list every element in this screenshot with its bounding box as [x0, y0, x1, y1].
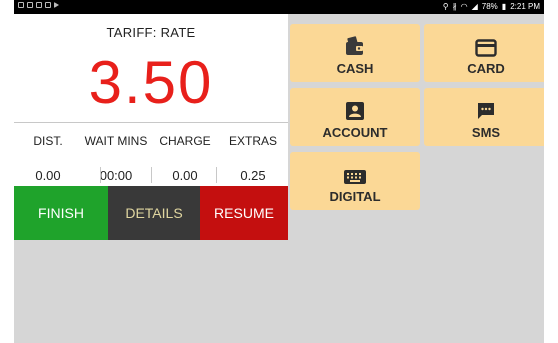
location-icon: ⚲	[442, 2, 449, 11]
message-icon	[478, 103, 494, 119]
system-icons: ⚲ ∦ ◠ ◢ 78% ▮ 2:21 PM	[443, 2, 540, 12]
clock: 2:21 PM	[510, 2, 540, 11]
extras-label: EXTRAS	[228, 134, 277, 148]
fare-amount: 3.50	[88, 49, 214, 116]
column-separator	[151, 167, 152, 183]
distance-value: 0.00	[35, 168, 61, 183]
wait-label: WAIT MINS	[84, 134, 148, 148]
message-icon	[18, 2, 24, 8]
resume-button[interactable]: RESUME	[200, 186, 288, 240]
signal-icon: ◢	[471, 2, 478, 11]
charge-column: CHARGE 0.00	[151, 134, 219, 184]
digital-label: DIGITAL	[329, 189, 381, 204]
charge-label: CHARGE	[159, 134, 211, 148]
app-frame: ⚲ ∦ ◠ ◢ 78% ▮ 2:21 PM TARIFF: RATE 3.50 …	[14, 0, 544, 343]
account-icon	[346, 102, 364, 120]
card-button[interactable]: CARD	[424, 24, 544, 82]
gallery-icon	[36, 2, 42, 8]
divider	[14, 122, 288, 123]
digital-button[interactable]: DIGITAL	[290, 152, 420, 210]
status-bar: ⚲ ∦ ◠ ◢ 78% ▮ 2:21 PM	[14, 0, 544, 14]
keyboard-icon	[344, 170, 366, 184]
cash-button[interactable]: CASH	[290, 24, 420, 82]
action-bar: FINISH DETAILS RESUME	[14, 186, 288, 240]
notification-icons	[18, 2, 59, 8]
column-separator	[216, 167, 217, 183]
wait-column: WAIT MINS 00:00	[82, 134, 150, 184]
sms-label: SMS	[471, 125, 501, 140]
play-icon	[54, 2, 59, 8]
account-label: ACCOUNT	[322, 125, 388, 140]
column-separator	[100, 167, 101, 183]
distance-column: DIST. 0.00	[14, 134, 82, 184]
card-label: CARD	[467, 61, 505, 76]
battery-level: 78%	[481, 2, 498, 11]
charge-value: 0.00	[172, 168, 198, 183]
cash-label: CASH	[336, 61, 374, 76]
finish-button[interactable]: FINISH	[14, 186, 108, 240]
account-button[interactable]: ACCOUNT	[290, 88, 420, 146]
details-button[interactable]: DETAILS	[108, 186, 200, 240]
wifi-icon: ◠	[460, 2, 468, 11]
extras-column: EXTRAS 0.25	[219, 134, 287, 184]
sms-button[interactable]: SMS	[424, 88, 544, 146]
bluetooth-icon: ∦	[452, 2, 457, 11]
distance-label: DIST.	[33, 134, 63, 148]
wallet-icon	[346, 36, 363, 55]
extras-value: 0.25	[240, 168, 266, 183]
location-icon	[27, 2, 33, 8]
taximeter-panel: TARIFF: RATE 3.50 DIST. 0.00 WAIT MINS 0…	[14, 14, 288, 240]
wait-value: 00:00	[99, 168, 133, 183]
tariff-label: TARIFF: RATE	[106, 25, 196, 40]
mail-icon	[45, 2, 51, 8]
battery-icon: ▮	[501, 2, 507, 11]
credit-card-icon	[475, 39, 497, 57]
